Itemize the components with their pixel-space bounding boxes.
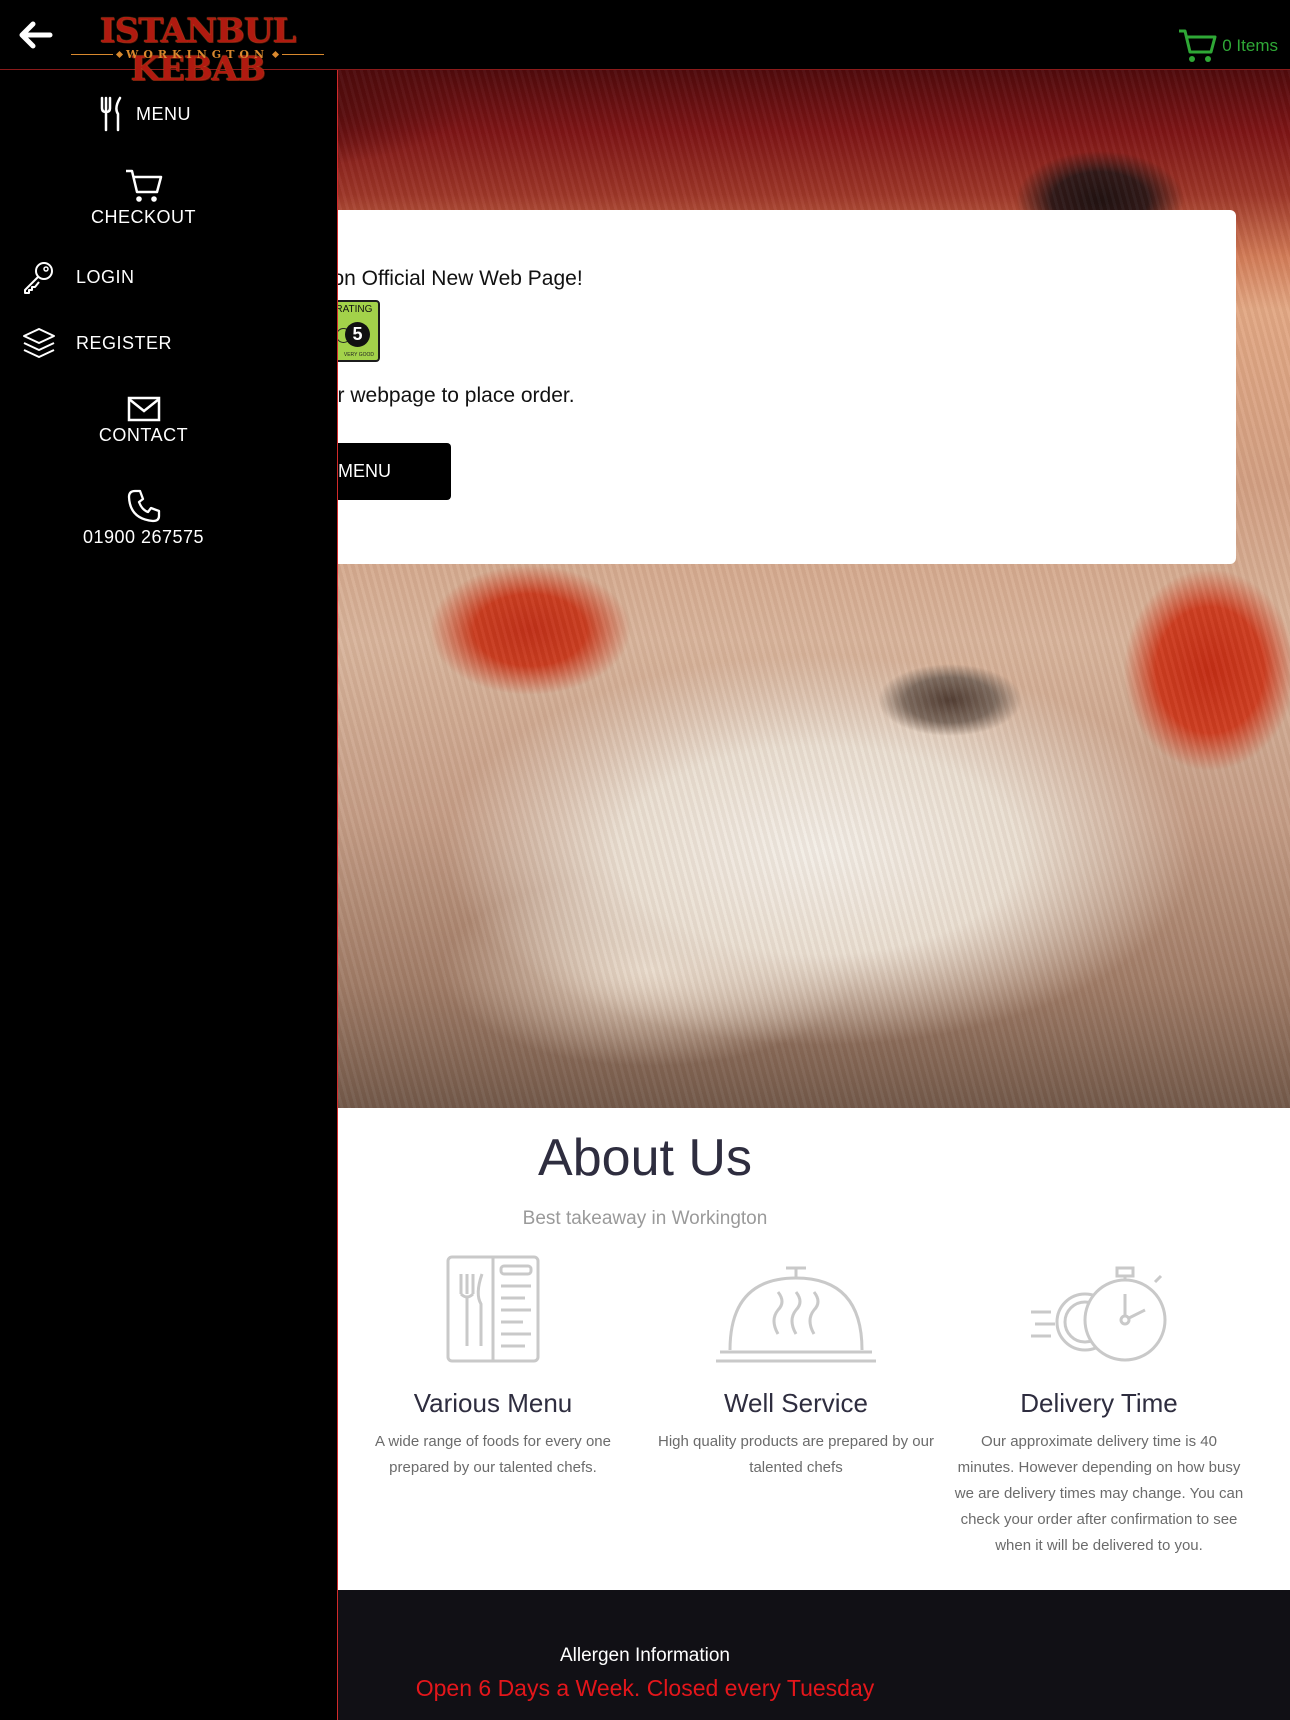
phone-icon [127, 489, 160, 523]
menu-book-icon [446, 1255, 540, 1363]
top-header: ISTANBUL KEBAB WORKINGTON 0 Items [0, 0, 1290, 88]
cart-icon [1179, 29, 1217, 62]
feature-title: Various Menu [413, 1388, 573, 1418]
envelope-icon [127, 396, 160, 422]
sidebar-item-register[interactable]: REGISTER [22, 326, 172, 360]
hygiene-caption: VERY GOOD [343, 352, 374, 358]
sidebar-item-contact[interactable]: CONTACT [0, 396, 287, 446]
sidebar-item-label: REGISTER [76, 332, 173, 353]
feature-various-menu: Various Menu A wide range of foods for e… [348, 1246, 638, 1481]
sidebar-item-label: MENU [136, 103, 191, 124]
cutlery-icon [100, 96, 122, 132]
sidebar-item-label: CONTACT [98, 425, 189, 445]
cart-icon [125, 169, 162, 202]
feature-text: A wide range of foods for every one prep… [375, 1433, 611, 1476]
hygiene-score: 5 [345, 322, 370, 347]
about-title: About Us [538, 1129, 752, 1187]
feature-text: Our approximate delivery time is 40 minu… [954, 1433, 1244, 1554]
sidebar-item-label: CHECKOUT [90, 207, 196, 227]
layers-icon [23, 328, 55, 358]
arrow-left-icon [19, 21, 53, 49]
about-subtitle: Best takeaway in Workington [522, 1208, 768, 1229]
sidebar-item-checkout[interactable]: CHECKOUT [0, 168, 287, 228]
sidebar-item-label: LOGIN [76, 266, 135, 287]
sidebar-item-menu[interactable]: MENU [98, 96, 191, 132]
side-navigation: MENU CHECKOUT LOGIN REGISTER CONTACT 019… [0, 70, 338, 1720]
cloche-icon [716, 1266, 876, 1363]
opening-hours: Open 6 Days a Week. Closed every Tuesday [415, 1675, 875, 1701]
sidebar-item-login[interactable]: LOGIN [22, 260, 135, 294]
feature-text: High quality products are prepared by ou… [658, 1433, 934, 1476]
welcome-card: Workington Official New Web Page! HYGIEN… [250, 210, 1236, 564]
logo-sub-text: WORKINGTON [125, 47, 270, 61]
allergen-info-link[interactable]: Allergen Information [336, 1645, 954, 1667]
feature-title: Delivery Time [1020, 1388, 1178, 1418]
feature-title: Well Service [723, 1388, 868, 1418]
back-button[interactable] [16, 16, 56, 54]
cart-button[interactable]: 0 Items [1178, 28, 1278, 64]
stopwatch-icon [1031, 1266, 1167, 1362]
site-logo[interactable]: ISTANBUL KEBAB WORKINGTON [70, 12, 325, 88]
key-icon [24, 262, 53, 294]
sidebar-item-phone[interactable]: 01900 267575 [0, 488, 287, 548]
cart-count: 0 Items [1222, 36, 1278, 55]
feature-well-service: Well Service High quality products are p… [651, 1246, 941, 1481]
sidebar-item-label: 01900 267575 [82, 527, 205, 547]
feature-delivery-time: Delivery Time Our approximate delivery t… [954, 1246, 1244, 1559]
